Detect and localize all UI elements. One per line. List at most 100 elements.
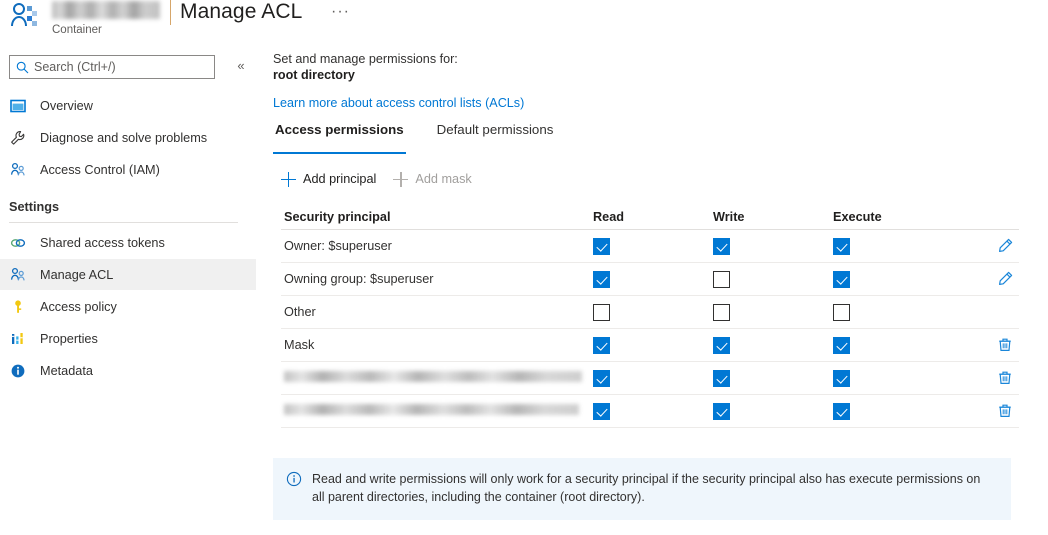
- permissions-lead-line: Set and manage permissions for:: [273, 52, 458, 66]
- sidebar-item-shared-access-tokens[interactable]: Shared access tokens: [0, 227, 256, 258]
- info-banner-text: Read and write permissions will only wor…: [312, 472, 981, 504]
- sidebar-item-label: Manage ACL: [40, 267, 114, 282]
- read-checkbox-cell: [593, 303, 713, 321]
- row-actions: [953, 368, 1019, 388]
- redacted-principal-name: [284, 371, 582, 382]
- main-content: Set and manage permissions for: root dir…: [273, 44, 1048, 535]
- principal-name: Owner: $superuser: [284, 239, 392, 253]
- key-icon: [9, 298, 26, 315]
- tab-default-permissions[interactable]: Default permissions: [435, 122, 556, 154]
- sidebar-item-overview[interactable]: Overview: [0, 90, 256, 121]
- info-icon: [9, 362, 26, 379]
- sidebar-item-label: Overview: [40, 98, 93, 113]
- write-checkbox-cell: [713, 237, 833, 255]
- principal-name: [281, 371, 593, 385]
- sidebar-item-properties[interactable]: Properties: [0, 323, 256, 354]
- search-icon: [16, 61, 29, 74]
- execute-checkbox[interactable]: [833, 270, 850, 288]
- command-bar: Add principal Add mask: [281, 168, 489, 190]
- add-mask-label: Add mask: [415, 172, 472, 186]
- more-menu-icon[interactable]: ···: [331, 3, 350, 21]
- sidebar-item-access-control-iam[interactable]: Access Control (IAM): [0, 154, 256, 185]
- row-actions: [953, 401, 1019, 421]
- overview-icon: [9, 97, 26, 114]
- delete-icon[interactable]: [995, 368, 1015, 388]
- sidebar-item-label: Metadata: [40, 363, 93, 378]
- edit-icon[interactable]: [995, 269, 1015, 289]
- sidebar-item-metadata[interactable]: Metadata: [0, 355, 256, 386]
- execute-checkbox[interactable]: [833, 369, 850, 387]
- sidebar-item-manage-acl[interactable]: Manage ACL: [0, 259, 256, 290]
- write-checkbox[interactable]: [713, 369, 730, 387]
- search-placeholder: Search (Ctrl+/): [34, 60, 116, 74]
- sidebar-section-divider: [9, 222, 238, 223]
- execute-checkbox-cell: [833, 303, 953, 321]
- permissions-target-path: root directory: [273, 68, 355, 82]
- people-icon: [9, 266, 26, 283]
- write-checkbox-cell: [713, 336, 833, 354]
- learn-more-link[interactable]: Learn more about access control lists (A…: [273, 96, 524, 110]
- read-checkbox[interactable]: [593, 237, 610, 255]
- tab-access-permissions[interactable]: Access permissions: [273, 122, 406, 154]
- execute-checkbox[interactable]: [833, 303, 850, 321]
- read-checkbox[interactable]: [593, 336, 610, 354]
- info-icon: [286, 471, 302, 487]
- sidebar-item-access-policy[interactable]: Access policy: [0, 291, 256, 322]
- page-title-text: Manage ACL: [180, 0, 303, 23]
- execute-checkbox[interactable]: [833, 237, 850, 255]
- principal-name: Mask: [284, 338, 315, 352]
- title-divider: [170, 0, 171, 25]
- execute-checkbox[interactable]: [833, 402, 850, 420]
- add-principal-button[interactable]: Add principal: [281, 171, 377, 187]
- page-title: Manage ACL: [52, 0, 302, 26]
- write-checkbox[interactable]: [713, 270, 730, 288]
- read-checkbox[interactable]: [593, 402, 610, 420]
- edit-icon[interactable]: [995, 236, 1015, 256]
- resource-type-label: Container: [52, 24, 102, 36]
- execute-checkbox-cell: [833, 402, 953, 420]
- execute-checkbox-cell: [833, 336, 953, 354]
- sidebar-item-label: Diagnose and solve problems: [40, 130, 208, 145]
- principal-name: Owning group: $superuser: [284, 272, 434, 286]
- execute-checkbox-cell: [833, 237, 953, 255]
- write-checkbox-cell: [713, 402, 833, 420]
- read-checkbox[interactable]: [593, 303, 610, 321]
- redacted-principal-name: [284, 404, 579, 415]
- column-header-execute: Execute: [833, 209, 882, 224]
- write-checkbox-cell: [713, 303, 833, 321]
- people-icon: [9, 161, 26, 178]
- write-checkbox[interactable]: [713, 402, 730, 420]
- table-row: [281, 395, 1019, 428]
- sidebar-item-label: Access Control (IAM): [40, 162, 160, 177]
- table-row: Owner: $superuser: [281, 230, 1019, 263]
- sidebar-item-label: Access policy: [40, 299, 117, 314]
- write-checkbox-cell: [713, 369, 833, 387]
- sidebar-search-row: Search (Ctrl+/) «: [9, 55, 249, 79]
- add-mask-button[interactable]: Add mask: [393, 171, 472, 187]
- sidebar-item-label: Shared access tokens: [40, 235, 165, 250]
- column-header-security-principal: Security principal: [284, 209, 391, 224]
- sidebar-item-diagnose-and-solve-problems[interactable]: Diagnose and solve problems: [0, 122, 256, 153]
- execute-checkbox-cell: [833, 369, 953, 387]
- delete-icon[interactable]: [995, 335, 1015, 355]
- read-checkbox[interactable]: [593, 270, 610, 288]
- write-checkbox[interactable]: [713, 336, 730, 354]
- table-row: Other: [281, 296, 1019, 329]
- read-checkbox-cell: [593, 237, 713, 255]
- execute-checkbox[interactable]: [833, 336, 850, 354]
- write-checkbox[interactable]: [713, 237, 730, 255]
- read-checkbox[interactable]: [593, 369, 610, 387]
- add-principal-label: Add principal: [303, 172, 377, 186]
- read-checkbox-cell: [593, 270, 713, 288]
- container-user-icon: [8, 2, 46, 34]
- collapse-sidebar-icon[interactable]: «: [231, 56, 251, 76]
- sidebar: Search (Ctrl+/) « Overview Diagnose and …: [0, 44, 256, 535]
- search-input[interactable]: Search (Ctrl+/): [9, 55, 215, 79]
- table-row: Mask: [281, 329, 1019, 362]
- row-actions: [953, 236, 1019, 256]
- delete-icon[interactable]: [995, 401, 1015, 421]
- wrench-icon: [9, 129, 26, 146]
- read-checkbox-cell: [593, 369, 713, 387]
- write-checkbox[interactable]: [713, 303, 730, 321]
- redacted-resource-name: [52, 1, 160, 19]
